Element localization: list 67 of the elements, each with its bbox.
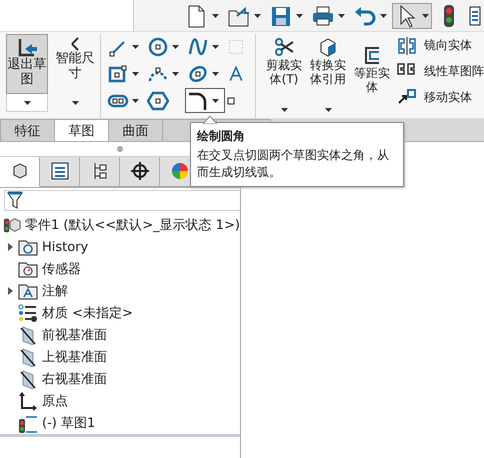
pattern-button[interactable]: 线性草图阵 <box>396 60 484 82</box>
hexagon-icon <box>147 90 169 112</box>
tab[interactable]: 曲面 <box>108 119 163 141</box>
material-icon <box>18 303 38 324</box>
caret-icon <box>212 98 219 103</box>
printer-icon <box>311 4 335 28</box>
panel-tab[interactable] <box>40 157 80 187</box>
tooltip-title: 绘制圆角 <box>197 128 245 145</box>
tree-item-label[interactable]: 注解 <box>42 282 68 300</box>
tree-item-label[interactable]: 原点 <box>42 392 68 410</box>
tree-item-label[interactable]: 右视基准面 <box>42 370 107 388</box>
tree-item-label[interactable]: 前视基准面 <box>42 326 107 344</box>
scissors-button[interactable]: 剪裁实体(T) <box>262 34 306 118</box>
caret-icon <box>212 13 219 18</box>
panel-tab[interactable] <box>120 157 160 187</box>
caret-icon <box>172 71 179 76</box>
tree-item-label[interactable]: 材质 <未指定> <box>42 304 133 322</box>
plane-icon <box>18 369 38 390</box>
caret-icon <box>212 71 219 76</box>
caret-icon <box>72 100 78 105</box>
tab[interactable]: 草图 <box>54 119 109 141</box>
caret-icon <box>132 98 139 103</box>
mirror-button[interactable]: 镜向实体 <box>396 34 484 56</box>
circle-icon <box>147 36 169 58</box>
exit-sketch-icon <box>16 37 38 57</box>
tab[interactable]: 特征 <box>0 119 55 141</box>
point-icon <box>227 96 235 104</box>
pointer-button[interactable] <box>392 2 432 28</box>
color-wheel-icon <box>170 161 190 182</box>
caret-icon <box>212 44 219 49</box>
tree-item-label[interactable]: History <box>42 240 88 255</box>
plane-icon <box>18 325 38 346</box>
panel-tab[interactable] <box>80 157 120 187</box>
tree-item-label[interactable]: (-) 草图1 <box>42 414 96 432</box>
caret-icon <box>132 71 139 76</box>
mirror-icon <box>396 35 418 55</box>
plane-icon <box>18 347 38 368</box>
caret-icon <box>24 100 30 105</box>
tree-item-label[interactable]: 上视基准面 <box>42 348 107 366</box>
caret-icon <box>422 13 429 18</box>
tooltip-text: 在交叉点切圆两个草图实体之角，从而生成切线弧。 <box>197 147 390 181</box>
scissors-icon <box>273 36 295 58</box>
dimension-button[interactable]: 智能尺寸 <box>54 34 96 94</box>
caret-icon <box>280 107 288 112</box>
rectangle-icon <box>107 62 129 84</box>
tree-item-label[interactable]: 零件1 (默认<<默认>_显示状态 1>) <box>24 216 240 234</box>
spline-icon <box>187 36 209 58</box>
caret-icon <box>380 13 387 18</box>
list-icon <box>469 6 481 26</box>
crosshair-icon <box>130 161 150 182</box>
splitter-handle[interactable] <box>117 146 123 152</box>
caret-icon <box>132 44 139 49</box>
move-button[interactable]: 移动实体 <box>396 86 484 108</box>
exit-sketch-button[interactable]: 退出草图 <box>6 34 48 94</box>
fillet-tool[interactable] <box>185 88 225 113</box>
property-list-icon <box>50 161 70 182</box>
offset-button[interactable]: 等距实体 <box>350 34 394 118</box>
caret-icon <box>324 107 332 112</box>
tree-item-label[interactable]: 传感器 <box>42 260 81 278</box>
cube-button[interactable]: 转换实体引用 <box>306 34 350 118</box>
caret-icon <box>254 13 261 18</box>
caret-icon <box>338 13 345 18</box>
dimension-icon <box>71 37 79 51</box>
origin-axes-icon <box>18 391 38 412</box>
filter-icon <box>7 191 23 210</box>
caret-icon <box>172 44 179 49</box>
caret-icon <box>296 13 303 18</box>
